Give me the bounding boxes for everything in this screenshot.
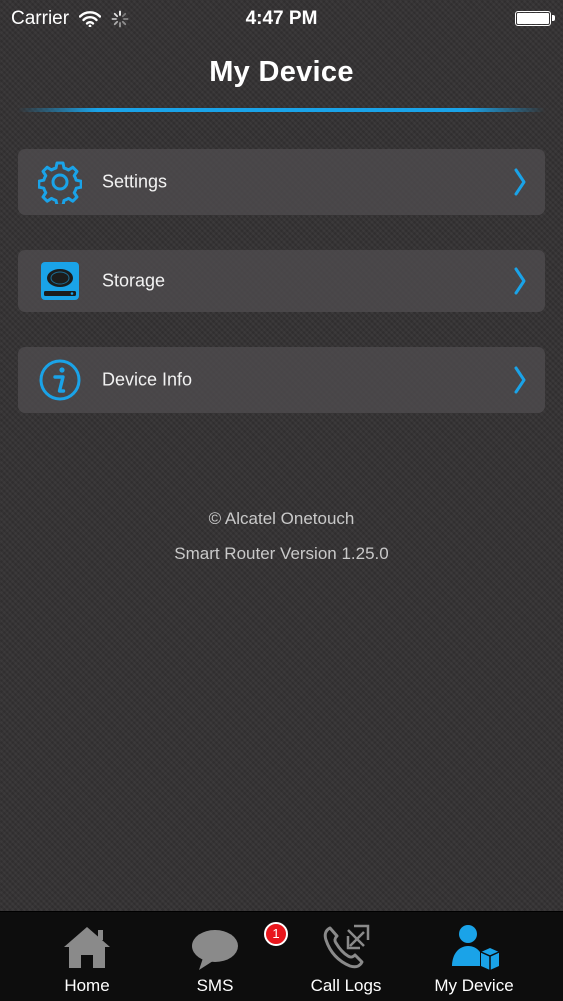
tab-call-logs[interactable]: Call Logs: [281, 912, 411, 1001]
chevron-right-icon: [514, 267, 526, 295]
status-time: 4:47 PM: [245, 8, 318, 29]
phone-arrows-icon: [323, 924, 370, 969]
device-info-row[interactable]: Device Info: [18, 347, 545, 413]
storage-row[interactable]: Storage: [18, 250, 545, 312]
page-title: My Device: [209, 56, 354, 88]
header-divider: [18, 108, 545, 112]
tab-home-label: Home: [64, 976, 110, 995]
user-device-icon: [452, 925, 500, 970]
tab-bar: Home 1 SMS Call Logs My Device: [0, 911, 563, 1001]
chevron-right-icon: [514, 168, 526, 196]
chevron-right-icon: [514, 366, 526, 394]
copyright-text: © Alcatel Onetouch: [208, 509, 355, 528]
settings-row[interactable]: Settings: [18, 149, 545, 215]
status-bar: Carrier 4:47 PM: [0, 0, 563, 38]
settings-label: Settings: [102, 171, 168, 192]
tab-sms[interactable]: 1 SMS: [150, 912, 288, 1001]
tab-call-logs-label: Call Logs: [310, 976, 382, 995]
tab-sms-label: SMS: [196, 976, 234, 995]
storage-icon: [41, 262, 79, 300]
tab-home[interactable]: Home: [22, 912, 152, 1001]
tab-my-device-label: My Device: [434, 976, 514, 995]
device-info-label: Device Info: [102, 369, 193, 390]
chat-bubble-icon: [192, 930, 238, 970]
storage-label: Storage: [102, 270, 166, 291]
battery-icon: [515, 11, 555, 26]
gear-icon: [38, 161, 82, 204]
info-icon: [39, 359, 81, 401]
tab-my-device[interactable]: My Device: [409, 912, 539, 1001]
home-icon: [64, 927, 110, 968]
version-text: Smart Router Version 1.25.0: [174, 544, 389, 563]
